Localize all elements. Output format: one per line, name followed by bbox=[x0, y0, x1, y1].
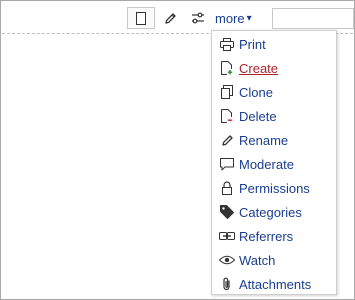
menu-item-label: Permissions bbox=[239, 180, 310, 196]
menu-item-label: Referrers bbox=[239, 228, 294, 244]
link-icon bbox=[219, 228, 235, 244]
menu-item-permissions[interactable]: Permissions bbox=[212, 177, 336, 199]
pencil-icon bbox=[219, 132, 235, 148]
menu-item-label: Categories bbox=[239, 204, 302, 220]
chevron-down-icon: ▾ bbox=[246, 12, 252, 24]
pencil-icon bbox=[164, 12, 177, 25]
menu-item-label: Attachments bbox=[239, 276, 312, 292]
eye-icon bbox=[219, 252, 235, 268]
tag-icon bbox=[219, 204, 235, 220]
settings-button[interactable] bbox=[186, 7, 210, 29]
menu-item-delete[interactable]: Delete bbox=[212, 105, 336, 127]
page-view-button[interactable] bbox=[127, 7, 155, 29]
comment-icon bbox=[219, 156, 235, 172]
menu-item-label: Watch bbox=[239, 252, 276, 268]
menu-item-print[interactable]: Print bbox=[212, 33, 336, 55]
menu-item-watch[interactable]: Watch bbox=[212, 249, 336, 271]
menu-item-label: Print bbox=[239, 36, 266, 52]
edit-button[interactable] bbox=[159, 7, 181, 29]
printer-icon bbox=[219, 36, 235, 52]
menu-item-moderate[interactable]: Moderate bbox=[212, 153, 336, 175]
menu-item-label: Rename bbox=[239, 132, 289, 148]
menu-item-label: Clone bbox=[239, 84, 273, 100]
paperclip-icon bbox=[219, 276, 235, 292]
copy-icon bbox=[219, 84, 235, 100]
lock-icon bbox=[219, 180, 235, 196]
more-label: more bbox=[215, 10, 245, 26]
menu-item-categories[interactable]: Categories bbox=[212, 201, 336, 223]
menu-item-label: Delete bbox=[239, 108, 277, 124]
menu-item-clone[interactable]: Clone bbox=[212, 81, 336, 103]
menu-item-label: Create bbox=[239, 60, 279, 76]
more-menu-button[interactable]: more ▾ bbox=[215, 7, 263, 29]
page-icon bbox=[136, 11, 146, 25]
menu-item-create[interactable]: Create bbox=[212, 57, 336, 79]
more-dropdown-menu: Print Create Clone Delete Rename Moderat… bbox=[211, 30, 337, 295]
window-frame: more ▾ Print Create Clone Delete Rename … bbox=[0, 0, 355, 300]
search-input[interactable] bbox=[272, 8, 354, 29]
sliders-icon bbox=[191, 12, 205, 24]
new-page-icon bbox=[219, 60, 235, 76]
delete-page-icon bbox=[219, 108, 235, 124]
menu-item-rename[interactable]: Rename bbox=[212, 129, 336, 151]
menu-item-attachments[interactable]: Attachments bbox=[212, 273, 336, 295]
menu-item-referrers[interactable]: Referrers bbox=[212, 225, 336, 247]
menu-item-label: Moderate bbox=[239, 156, 294, 172]
